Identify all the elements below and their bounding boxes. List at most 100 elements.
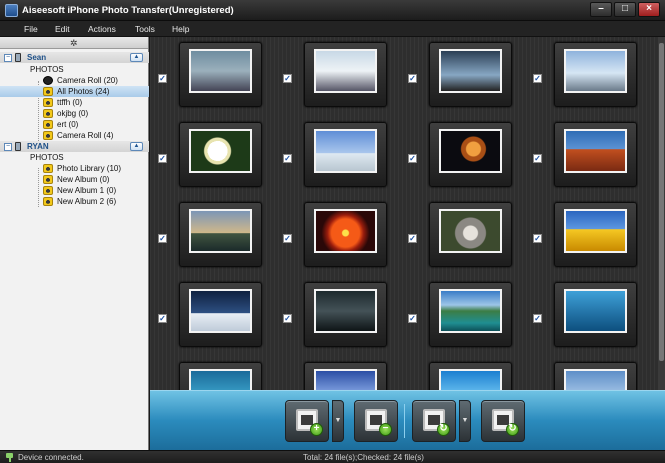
photo-cell[interactable]: ✓ [525, 197, 655, 279]
photo-thumbnail[interactable] [189, 289, 252, 333]
album-item[interactable]: Photo Library (10) [0, 163, 149, 174]
device-row-sean[interactable]: − Sean ▲ [0, 52, 149, 63]
add-dropdown-button[interactable]: ▼ [332, 400, 344, 442]
photo-cell[interactable]: ✓ [400, 277, 530, 359]
photo-cell[interactable]: ✓ [400, 37, 530, 119]
photo-checkbox[interactable]: ✓ [158, 74, 167, 83]
photo-checkbox[interactable]: ✓ [283, 154, 292, 163]
photo-thumbnail[interactable] [564, 209, 627, 253]
photo-thumbnail[interactable] [564, 289, 627, 333]
eject-icon[interactable]: ▲ [130, 53, 143, 62]
album-item[interactable]: ttffh (0) [0, 97, 149, 108]
section-photos[interactable]: PHOTOS [0, 64, 149, 75]
photo-cell[interactable]: ✓ [150, 37, 280, 119]
photo-checkbox[interactable]: ✓ [283, 314, 292, 323]
photo-frame[interactable] [554, 122, 637, 187]
scrollbar-thumb[interactable] [659, 43, 664, 361]
photo-cell[interactable]: ✓ [525, 277, 655, 359]
photo-frame[interactable] [429, 202, 512, 267]
photo-cell[interactable] [525, 357, 655, 390]
device-row-ryan[interactable]: − RYAN ▲ [0, 141, 149, 152]
collapse-icon[interactable]: − [4, 143, 12, 151]
photo-frame[interactable] [429, 362, 512, 390]
photo-thumbnail[interactable] [314, 369, 377, 390]
photo-thumbnail[interactable] [189, 369, 252, 390]
photo-cell[interactable] [400, 357, 530, 390]
vertical-scrollbar[interactable] [658, 37, 665, 390]
photo-cell[interactable]: ✓ [275, 37, 405, 119]
photo-checkbox[interactable]: ✓ [533, 234, 542, 243]
album-item[interactable]: New Album (0) [0, 174, 149, 185]
album-item[interactable]: Camera Roll (20) [0, 75, 149, 86]
photo-frame[interactable] [429, 282, 512, 347]
add-photos-button[interactable]: + [285, 400, 329, 442]
remove-photos-button[interactable]: − [354, 400, 398, 442]
photo-cell[interactable]: ✓ [275, 197, 405, 279]
minimize-button[interactable]: – [590, 2, 612, 17]
photo-frame[interactable] [304, 202, 387, 267]
photo-cell[interactable]: ✓ [525, 37, 655, 119]
photo-frame[interactable] [304, 42, 387, 107]
menu-tools[interactable]: Tools [135, 24, 155, 34]
photo-checkbox[interactable]: ✓ [408, 314, 417, 323]
photo-checkbox[interactable]: ✓ [158, 314, 167, 323]
photo-frame[interactable] [304, 282, 387, 347]
photo-thumbnail[interactable] [189, 129, 252, 173]
photo-checkbox[interactable]: ✓ [283, 234, 292, 243]
photo-frame[interactable] [429, 42, 512, 107]
photo-checkbox[interactable]: ✓ [533, 74, 542, 83]
photo-frame[interactable] [554, 202, 637, 267]
album-item[interactable]: New Album 2 (6) [0, 196, 149, 207]
photo-frame[interactable] [179, 122, 262, 187]
album-item[interactable]: Camera Roll (4) [0, 130, 149, 141]
photo-cell[interactable]: ✓ [400, 117, 530, 199]
photo-cell[interactable]: ✓ [400, 197, 530, 279]
photo-frame[interactable] [304, 362, 387, 390]
photo-frame[interactable] [179, 362, 262, 390]
photo-cell[interactable]: ✓ [150, 197, 280, 279]
photo-checkbox[interactable]: ✓ [408, 74, 417, 83]
photo-checkbox[interactable]: ✓ [408, 234, 417, 243]
album-item-selected[interactable]: All Photos (24) [0, 86, 149, 97]
section-photos[interactable]: PHOTOS [0, 152, 149, 163]
photo-checkbox[interactable]: ✓ [158, 154, 167, 163]
photo-thumbnail[interactable] [314, 129, 377, 173]
album-item[interactable]: okjbg (0) [0, 108, 149, 119]
photo-thumbnail[interactable] [564, 129, 627, 173]
photo-thumbnail[interactable] [439, 289, 502, 333]
album-item[interactable]: New Album 1 (0) [0, 185, 149, 196]
gear-icon[interactable]: ✲ [70, 38, 78, 49]
collapse-icon[interactable]: − [4, 54, 12, 62]
photo-frame[interactable] [304, 122, 387, 187]
photo-checkbox[interactable]: ✓ [533, 154, 542, 163]
photo-cell[interactable]: ✓ [275, 277, 405, 359]
export-photos-button[interactable]: ↻ [412, 400, 456, 442]
photo-checkbox[interactable]: ✓ [408, 154, 417, 163]
photo-thumbnail[interactable] [314, 289, 377, 333]
photo-frame[interactable] [554, 282, 637, 347]
menu-actions[interactable]: Actions [88, 24, 116, 34]
photo-cell[interactable]: ✓ [525, 117, 655, 199]
photo-cell[interactable]: ✓ [275, 117, 405, 199]
export-dropdown-button[interactable]: ▼ [459, 400, 471, 442]
photo-frame[interactable] [179, 282, 262, 347]
photo-cell[interactable] [150, 357, 280, 390]
photo-checkbox[interactable]: ✓ [283, 74, 292, 83]
photo-thumbnail[interactable] [189, 209, 252, 253]
photo-thumbnail[interactable] [439, 129, 502, 173]
photo-frame[interactable] [179, 202, 262, 267]
maximize-button[interactable]: □ [614, 2, 636, 17]
photo-frame[interactable] [554, 42, 637, 107]
photo-thumbnail[interactable] [189, 49, 252, 93]
photo-thumbnail[interactable] [439, 49, 502, 93]
photo-thumbnail[interactable] [314, 49, 377, 93]
photo-frame[interactable] [179, 42, 262, 107]
photo-thumbnail[interactable] [564, 49, 627, 93]
menu-file[interactable]: File [24, 24, 38, 34]
photo-checkbox[interactable]: ✓ [158, 234, 167, 243]
menu-help[interactable]: Help [172, 24, 189, 34]
photo-checkbox[interactable]: ✓ [533, 314, 542, 323]
photo-thumbnail[interactable] [439, 209, 502, 253]
album-item[interactable]: ert (0) [0, 119, 149, 130]
photo-thumbnail[interactable] [439, 369, 502, 390]
